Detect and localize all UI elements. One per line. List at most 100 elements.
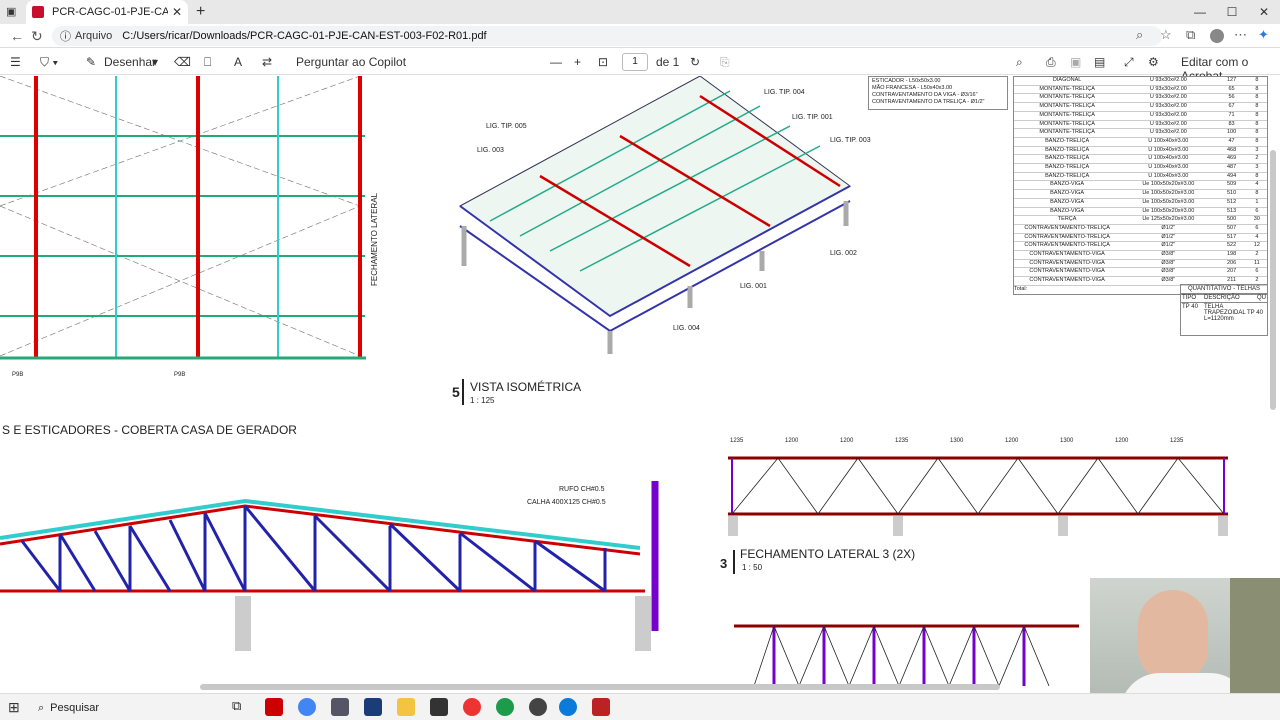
table-row: BANZO-TRELIÇA U 100x40x#3.00 487 3 — [1014, 164, 1267, 173]
rufo-label: RUFO CH#0.5 — [559, 486, 605, 493]
table-cell: Ue 100x50x20x#3.00 — [1142, 207, 1195, 214]
copilot-icon[interactable]: ✦ — [1258, 27, 1269, 43]
table-cell: Ue 125x50x20x#3.00 — [1142, 216, 1195, 223]
zoom-icon[interactable]: ⌕ — [1136, 27, 1143, 43]
windows-start-icon[interactable]: ⊞ — [8, 699, 20, 716]
dimension-label: 1300 — [1060, 438, 1074, 444]
page-number-input[interactable]: 1 — [622, 53, 648, 71]
new-tab-button[interactable]: + — [196, 3, 205, 21]
task-view-icon[interactable]: ⧉ — [232, 698, 250, 716]
iso-label: LIG. 003 — [477, 147, 504, 154]
read-aloud-icon[interactable]: A — [234, 55, 242, 69]
taskbar: ⊞ ⌕ Pesquisar ⧉ — [0, 693, 1280, 720]
table-cell: Ø3/8" — [1161, 259, 1176, 266]
window-controls: — ☐ ✕ — [1184, 0, 1280, 24]
zoom-out-button[interactable]: — — [550, 55, 562, 69]
vertical-scrollbar[interactable] — [1270, 150, 1276, 410]
contents-icon[interactable]: ☰ — [10, 55, 21, 69]
favorite-icon[interactable]: ☆ — [1160, 27, 1172, 43]
save-as-icon[interactable]: ▤ — [1094, 55, 1105, 69]
minimize-button[interactable]: — — [1184, 0, 1216, 24]
table-row: CONTRAVENTAMENTO-TRELIÇA Ø1/2" 522 12 — [1014, 242, 1267, 252]
table-cell: 8 — [1255, 120, 1259, 127]
iso-label: LIG. 002 — [830, 250, 857, 257]
iso-scale: 1 : 125 — [470, 396, 495, 405]
title-bar — [733, 550, 735, 574]
app-icon[interactable] — [430, 698, 448, 716]
app-icon[interactable] — [592, 698, 610, 716]
url-text: C:/Users/ricar/Downloads/PCR-CAGC-01-PJE… — [122, 30, 487, 42]
filter-icon[interactable]: ⛉ ▾ — [40, 55, 58, 70]
table-row: MONTANTE-TRELIÇA U 93x30x#2.00 71 8 — [1014, 112, 1267, 121]
table-cell: U 93x30x#2.00 — [1149, 111, 1187, 118]
taskbar-search[interactable]: ⌕ Pesquisar — [38, 698, 188, 718]
browser-tab[interactable]: PCR-CAGC-01-PJE-CAN-EST-003 ✕ — [26, 0, 188, 24]
table-cell: MONTANTE-TRELIÇA — [1039, 120, 1095, 127]
chrome-icon[interactable] — [298, 698, 316, 716]
profile-avatar[interactable] — [1210, 29, 1224, 43]
collections-icon[interactable]: ⧉ — [1186, 27, 1195, 43]
table-cell: 6 — [1255, 268, 1259, 275]
quantity-table: DIAGONAL U 93x30x#2.00 127 8 MONTANTE-TRELIÇ… — [1013, 76, 1268, 295]
edge-icon[interactable] — [559, 698, 577, 716]
search-icon[interactable]: ⌕ — [1016, 55, 1023, 70]
close-tab-icon[interactable]: ✕ — [172, 5, 182, 19]
zoom-in-button[interactable]: + — [574, 55, 581, 69]
draw-dropdown-icon[interactable]: ▾ — [152, 55, 158, 69]
autocad-icon[interactable] — [265, 698, 283, 716]
table-cell: 198 — [1226, 251, 1237, 258]
more-icon[interactable]: ⋯ — [1234, 27, 1247, 43]
iso-title: VISTA ISOMÉTRICA — [470, 380, 582, 394]
table-cell: 8 — [1255, 94, 1259, 101]
table-cell: CONTRAVENTAMENTO-VIGA — [1029, 268, 1105, 275]
tab-list-icon[interactable]: ▣ — [6, 5, 16, 18]
table-cell: 509 — [1226, 181, 1237, 188]
app-icon[interactable] — [463, 698, 481, 716]
page-count: de 1 — [656, 55, 680, 69]
table-cell: MONTANTE-TRELIÇA — [1039, 85, 1095, 92]
dimension-label: 1200 — [840, 438, 854, 444]
horizontal-scrollbar[interactable] — [200, 684, 1000, 690]
app-icon[interactable] — [496, 698, 514, 716]
copilot-button[interactable]: Perguntar ao Copilot — [296, 55, 406, 69]
table-cell: 8 — [1255, 77, 1259, 83]
table-cell: CONTRAVENTAMENTO-TRELIÇA — [1024, 233, 1110, 240]
table-cell: 3 — [1255, 164, 1259, 171]
table-cell: 494 — [1226, 172, 1237, 179]
rotate-icon[interactable]: ↻ — [690, 55, 700, 69]
address-bar[interactable]: ⓘ Arquivo C:/Users/ricar/Downloads/PCR-C… — [52, 26, 1162, 46]
table-cell: DIAGONAL — [1052, 77, 1082, 83]
iso-label: LIG. 004 — [673, 325, 700, 332]
table-row: MONTANTE-TRELIÇA U 93x30x#2.00 83 8 — [1014, 121, 1267, 130]
side-elevation — [728, 456, 1228, 536]
settings-icon[interactable]: ⚙ — [1148, 55, 1159, 69]
iso-label: LIG. TIP. 004 — [764, 89, 805, 96]
fit-page-icon[interactable]: ⊡ — [598, 55, 608, 69]
truss-label: P9B — [12, 372, 24, 378]
app-icon[interactable] — [529, 698, 547, 716]
file-explorer-icon[interactable] — [397, 698, 415, 716]
translate-icon[interactable]: ⇄ — [262, 55, 272, 69]
draw-icon[interactable]: ✎ — [86, 55, 96, 69]
table-cell: BANZO-TRELIÇA — [1045, 164, 1090, 171]
maximize-button[interactable]: ☐ — [1216, 0, 1248, 24]
eraser-icon[interactable]: ⌫ — [174, 55, 191, 69]
table-row: CONTRAVENTAMENTO-VIGA Ø3/8" 206 11 — [1014, 260, 1267, 269]
calculator-icon[interactable] — [331, 698, 349, 716]
table-cell: 83 — [1228, 120, 1235, 127]
plan-drawing — [0, 76, 366, 360]
refresh-icon[interactable]: ↻ — [31, 28, 43, 45]
dimension-label: 1200 — [785, 438, 799, 444]
draw-button[interactable]: Desenhar — [104, 55, 156, 69]
table-cell: 67 — [1228, 103, 1235, 110]
close-window-button[interactable]: ✕ — [1248, 0, 1280, 24]
table-cell: 8 — [1255, 85, 1259, 92]
back-icon[interactable]: ← — [10, 28, 24, 44]
address-bar-row: ← ↻ ⓘ Arquivo C:/Users/ricar/Downloads/P… — [0, 24, 1280, 48]
legend-item: CONTRAVENTAMENTO DA TRELIÇA - Ø1/2" — [872, 99, 985, 105]
fullscreen-icon[interactable]: ⤢ — [1124, 55, 1134, 70]
truss-label: P9B — [174, 372, 186, 378]
tqs-icon[interactable] — [364, 698, 382, 716]
print-icon[interactable]: ⎙ — [1046, 55, 1056, 70]
view-icon[interactable]: ⎕ — [204, 55, 211, 70]
